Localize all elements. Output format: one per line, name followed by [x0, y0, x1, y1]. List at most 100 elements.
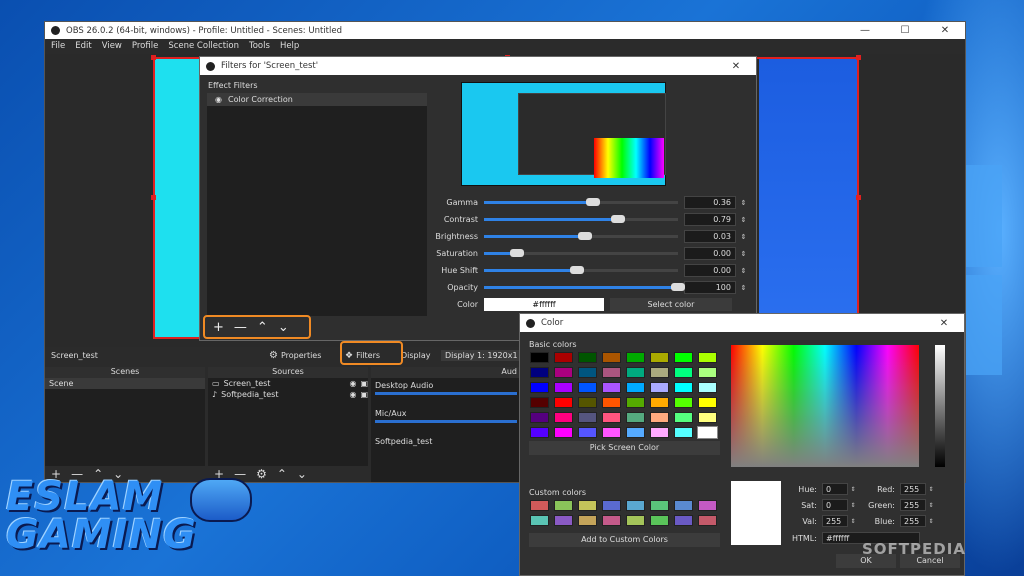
move-down-button[interactable]: ⌄: [297, 467, 307, 481]
color-swatch[interactable]: [698, 397, 717, 408]
color-swatch[interactable]: [530, 427, 549, 438]
minimize-button[interactable]: —: [845, 25, 885, 36]
gamma-input[interactable]: 0.36: [684, 196, 736, 209]
color-swatch[interactable]: [578, 367, 597, 378]
color-swatch[interactable]: [674, 382, 693, 393]
spin-arrows-icon[interactable]: ⇕: [926, 518, 936, 525]
filter-item[interactable]: ◉ Color Correction: [207, 93, 427, 106]
resize-handle[interactable]: [151, 195, 156, 200]
color-swatch[interactable]: [554, 382, 573, 393]
color-swatch[interactable]: [674, 427, 693, 438]
color-swatch[interactable]: [698, 382, 717, 393]
close-button[interactable]: ✕: [716, 61, 756, 72]
color-swatch[interactable]: [674, 397, 693, 408]
color-swatch[interactable]: [602, 397, 621, 408]
color-swatch[interactable]: [554, 427, 573, 438]
lock-icon[interactable]: ▣: [360, 390, 368, 399]
red-input[interactable]: 255: [900, 483, 926, 495]
luminance-bar[interactable]: [935, 345, 945, 467]
spin-arrows-icon[interactable]: ⇕: [738, 250, 749, 258]
color-swatch[interactable]: [602, 412, 621, 423]
spin-arrows-icon[interactable]: ⇕: [738, 267, 749, 275]
color-swatch[interactable]: [530, 500, 549, 511]
color-swatch[interactable]: [650, 367, 669, 378]
contrast-input[interactable]: 0.79: [684, 213, 736, 226]
color-swatch[interactable]: [698, 500, 717, 511]
saturation-input[interactable]: 0.00: [684, 247, 736, 260]
menu-tools[interactable]: Tools: [249, 41, 270, 51]
color-swatch[interactable]: [554, 515, 573, 526]
display-select[interactable]: Display 1: 1920x1: [441, 350, 522, 361]
spin-arrows-icon[interactable]: ⇕: [738, 199, 749, 207]
color-swatch[interactable]: [626, 500, 645, 511]
spin-arrows-icon[interactable]: ⇕: [738, 284, 749, 292]
color-swatch[interactable]: [650, 515, 669, 526]
source-item[interactable]: ♪ Softpedia_test ◉ ▣: [208, 389, 368, 400]
source-settings-button[interactable]: ⚙: [256, 467, 267, 481]
color-swatch[interactable]: [698, 367, 717, 378]
volume-meter[interactable]: [375, 392, 517, 395]
spin-arrows-icon[interactable]: ⇕: [926, 486, 936, 493]
color-swatch[interactable]: [650, 382, 669, 393]
color-swatch[interactable]: [602, 515, 621, 526]
color-swatch[interactable]: [650, 352, 669, 363]
brightness-slider[interactable]: [484, 232, 678, 240]
saturation-slider[interactable]: [484, 249, 678, 257]
remove-filter-button[interactable]: —: [234, 320, 247, 335]
color-swatch[interactable]: [554, 367, 573, 378]
color-swatch[interactable]: [602, 352, 621, 363]
color-swatch[interactable]: [626, 382, 645, 393]
color-swatch[interactable]: [626, 367, 645, 378]
opacity-input[interactable]: 100: [684, 281, 736, 294]
color-swatch[interactable]: [530, 397, 549, 408]
color-swatch[interactable]: [554, 500, 573, 511]
color-swatch[interactable]: [602, 427, 621, 438]
color-swatch[interactable]: [578, 352, 597, 363]
color-swatch[interactable]: [674, 412, 693, 423]
color-swatch[interactable]: [674, 515, 693, 526]
color-swatch[interactable]: [530, 367, 549, 378]
color-swatch[interactable]: [530, 382, 549, 393]
color-swatch[interactable]: [602, 382, 621, 393]
color-swatch[interactable]: [578, 397, 597, 408]
scene-item[interactable]: Scene: [45, 378, 205, 389]
color-swatch[interactable]: [650, 412, 669, 423]
sat-input[interactable]: 0: [822, 499, 848, 511]
eye-icon[interactable]: ◉: [349, 379, 356, 388]
color-swatch[interactable]: [626, 352, 645, 363]
color-swatch[interactable]: [698, 352, 717, 363]
color-swatch[interactable]: [578, 500, 597, 511]
menu-scene-collection[interactable]: Scene Collection: [168, 41, 239, 51]
menu-view[interactable]: View: [102, 41, 122, 51]
color-swatch[interactable]: [650, 500, 669, 511]
color-swatch[interactable]: [698, 515, 717, 526]
hue-shift-input[interactable]: 0.00: [684, 264, 736, 277]
close-button[interactable]: ✕: [925, 25, 965, 36]
color-swatch[interactable]: [674, 352, 693, 363]
eye-icon[interactable]: ◉: [215, 95, 222, 104]
color-swatch[interactable]: [626, 397, 645, 408]
spin-arrows-icon[interactable]: ⇕: [738, 233, 749, 241]
lock-icon[interactable]: ▣: [360, 379, 368, 388]
color-swatch[interactable]: [578, 515, 597, 526]
move-up-button[interactable]: ⌃: [277, 467, 287, 481]
maximize-button[interactable]: ☐: [885, 25, 925, 36]
close-button[interactable]: ✕: [924, 318, 964, 329]
resize-handle[interactable]: [856, 55, 861, 60]
spin-arrows-icon[interactable]: ⇕: [926, 502, 936, 509]
opacity-slider[interactable]: [484, 283, 685, 291]
spin-arrows-icon[interactable]: ⇕: [848, 502, 858, 509]
properties-button[interactable]: ⚙ Properties: [269, 350, 341, 361]
color-swatch[interactable]: [554, 412, 573, 423]
color-swatch[interactable]: [578, 427, 597, 438]
source-item[interactable]: ▭ Screen_test ◉ ▣: [208, 378, 368, 389]
color-swatch[interactable]: [530, 412, 549, 423]
select-color-button[interactable]: Select color: [610, 298, 732, 311]
color-swatch[interactable]: [650, 427, 669, 438]
menu-help[interactable]: Help: [280, 41, 299, 51]
move-up-button[interactable]: ⌃: [257, 320, 268, 335]
hue-input[interactable]: 0: [822, 483, 848, 495]
color-swatch[interactable]: [674, 500, 693, 511]
resize-handle[interactable]: [856, 195, 861, 200]
menu-file[interactable]: File: [51, 41, 65, 51]
